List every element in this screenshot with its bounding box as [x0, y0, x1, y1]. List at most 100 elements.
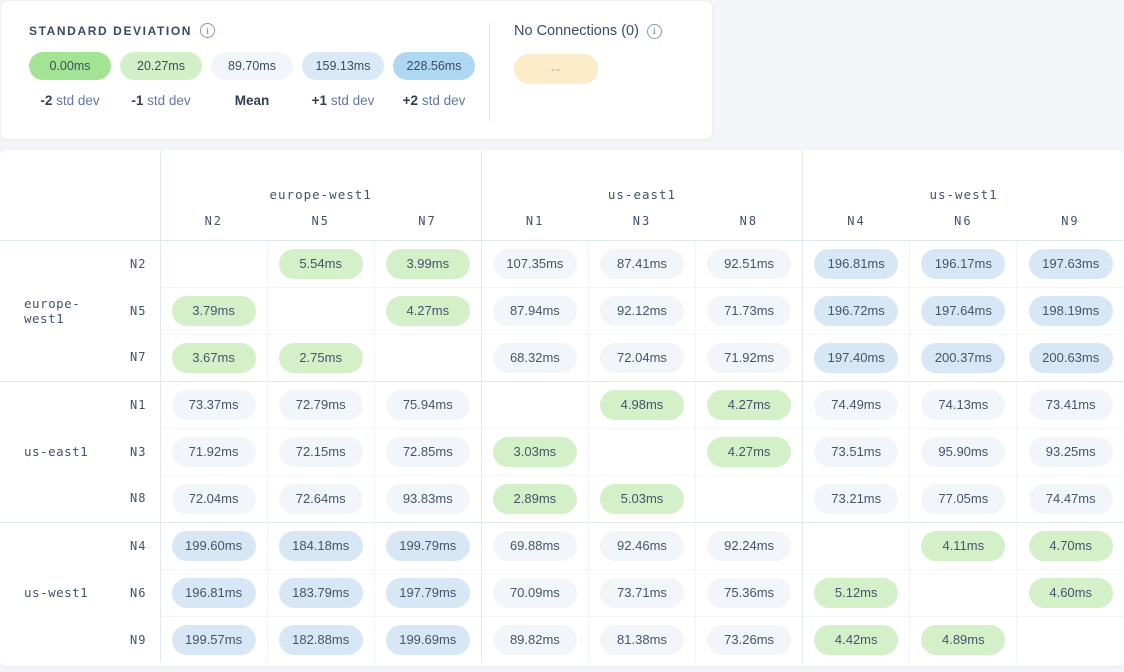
latency-cell: 72.04ms	[588, 334, 695, 381]
std-dev-info-icon[interactable]: i	[200, 23, 215, 38]
latency-pill[interactable]: 197.79ms	[386, 578, 470, 608]
latency-cell: 200.37ms	[910, 334, 1017, 381]
row-node-label: N3	[92, 428, 160, 475]
column-node-header: N3	[588, 206, 695, 240]
latency-pill[interactable]: 71.73ms	[707, 296, 791, 326]
latency-matrix-table: europe-west1us-east1us-west1N2N5N7N1N3N8…	[0, 150, 1124, 663]
latency-pill[interactable]: 199.60ms	[172, 531, 256, 561]
latency-pill[interactable]: 87.94ms	[493, 296, 577, 326]
latency-pill[interactable]: 200.63ms	[1029, 343, 1113, 373]
latency-pill[interactable]: 74.47ms	[1029, 484, 1113, 514]
latency-pill[interactable]: 3.99ms	[386, 249, 470, 279]
latency-pill[interactable]: 4.70ms	[1029, 531, 1113, 561]
latency-pill[interactable]: 107.35ms	[493, 249, 577, 279]
latency-pill[interactable]: 72.79ms	[279, 390, 363, 420]
latency-pill[interactable]: 197.64ms	[921, 296, 1005, 326]
latency-pill[interactable]: 71.92ms	[172, 437, 256, 467]
latency-pill[interactable]: 93.25ms	[1029, 437, 1113, 467]
latency-pill[interactable]: 198.19ms	[1029, 296, 1113, 326]
latency-pill[interactable]: 4.27ms	[707, 390, 791, 420]
latency-pill[interactable]: 72.04ms	[600, 343, 684, 373]
latency-pill[interactable]: 196.81ms	[172, 578, 256, 608]
latency-cell: 75.36ms	[696, 569, 803, 616]
empty-diagonal-cell	[267, 287, 374, 334]
latency-pill[interactable]: 73.71ms	[600, 578, 684, 608]
latency-pill[interactable]: 89.82ms	[493, 625, 577, 655]
latency-pill[interactable]: 199.79ms	[386, 531, 470, 561]
latency-pill[interactable]: 71.92ms	[707, 343, 791, 373]
latency-pill[interactable]: 95.90ms	[921, 437, 1005, 467]
legend-pill: 228.56ms	[393, 52, 475, 80]
latency-pill[interactable]: 87.41ms	[600, 249, 684, 279]
latency-cell: 196.81ms	[803, 240, 910, 287]
latency-pill[interactable]: 196.81ms	[814, 249, 898, 279]
latency-pill[interactable]: 74.13ms	[921, 390, 1005, 420]
latency-pill[interactable]: 69.88ms	[493, 531, 577, 561]
latency-pill[interactable]: 70.09ms	[493, 578, 577, 608]
latency-pill[interactable]: 75.36ms	[707, 578, 791, 608]
latency-pill[interactable]: 2.75ms	[279, 343, 363, 373]
no-connections-info-icon[interactable]: i	[647, 24, 662, 39]
latency-cell: 72.85ms	[374, 428, 481, 475]
latency-pill[interactable]: 4.42ms	[814, 625, 898, 655]
latency-pill[interactable]: 2.89ms	[493, 484, 577, 514]
latency-pill[interactable]: 93.83ms	[386, 484, 470, 514]
latency-pill[interactable]: 5.54ms	[279, 249, 363, 279]
legend-pill-label: -1 std dev	[120, 93, 202, 108]
latency-pill[interactable]: 72.04ms	[172, 484, 256, 514]
latency-pill[interactable]: 73.21ms	[814, 484, 898, 514]
latency-pill[interactable]: 200.37ms	[921, 343, 1005, 373]
latency-pill[interactable]: 4.60ms	[1029, 578, 1113, 608]
latency-pill[interactable]: 74.49ms	[814, 390, 898, 420]
latency-pill[interactable]: 92.24ms	[707, 531, 791, 561]
latency-pill[interactable]: 197.63ms	[1029, 249, 1113, 279]
latency-pill[interactable]: 72.15ms	[279, 437, 363, 467]
latency-pill[interactable]: 3.03ms	[493, 437, 577, 467]
latency-pill[interactable]: 5.12ms	[814, 578, 898, 608]
latency-pill[interactable]: 5.03ms	[600, 484, 684, 514]
row-node-label: N7	[92, 334, 160, 381]
no-connections-pill: --	[514, 54, 598, 84]
latency-pill[interactable]: 3.79ms	[172, 296, 256, 326]
latency-pill[interactable]: 184.18ms	[279, 531, 363, 561]
latency-cell: 4.27ms	[374, 287, 481, 334]
latency-pill[interactable]: 182.88ms	[279, 625, 363, 655]
latency-pill[interactable]: 77.05ms	[921, 484, 1005, 514]
latency-cell: 92.24ms	[696, 522, 803, 569]
latency-pill[interactable]: 4.11ms	[921, 531, 1005, 561]
latency-cell: 4.27ms	[696, 428, 803, 475]
latency-cell: 71.73ms	[696, 287, 803, 334]
latency-pill[interactable]: 4.89ms	[921, 625, 1005, 655]
legend-pill-label: +2 std dev	[393, 93, 475, 108]
latency-pill[interactable]: 73.51ms	[814, 437, 898, 467]
latency-pill[interactable]: 73.37ms	[172, 390, 256, 420]
latency-pill[interactable]: 75.94ms	[386, 390, 470, 420]
latency-pill[interactable]: 183.79ms	[279, 578, 363, 608]
row-node-label: N9	[92, 616, 160, 663]
latency-pill[interactable]: 92.12ms	[600, 296, 684, 326]
latency-pill[interactable]: 92.51ms	[707, 249, 791, 279]
latency-pill[interactable]: 196.17ms	[921, 249, 1005, 279]
latency-cell: 73.21ms	[803, 475, 910, 522]
latency-pill[interactable]: 73.41ms	[1029, 390, 1113, 420]
latency-pill[interactable]: 73.26ms	[707, 625, 791, 655]
latency-pill[interactable]: 196.72ms	[814, 296, 898, 326]
latency-cell: 199.57ms	[160, 616, 267, 663]
latency-pill[interactable]: 4.27ms	[707, 437, 791, 467]
latency-pill[interactable]: 92.46ms	[600, 531, 684, 561]
latency-pill[interactable]: 3.67ms	[172, 343, 256, 373]
latency-pill[interactable]: 72.64ms	[279, 484, 363, 514]
latency-pill[interactable]: 68.32ms	[493, 343, 577, 373]
latency-pill[interactable]: 199.69ms	[386, 625, 470, 655]
latency-pill[interactable]: 81.38ms	[600, 625, 684, 655]
latency-pill[interactable]: 197.40ms	[814, 343, 898, 373]
latency-cell: 5.54ms	[267, 240, 374, 287]
latency-pill[interactable]: 4.27ms	[386, 296, 470, 326]
latency-cell: 2.89ms	[481, 475, 588, 522]
latency-cell: 73.26ms	[696, 616, 803, 663]
latency-cell: 4.42ms	[803, 616, 910, 663]
latency-cell: 3.99ms	[374, 240, 481, 287]
latency-pill[interactable]: 199.57ms	[172, 625, 256, 655]
latency-pill[interactable]: 4.98ms	[600, 390, 684, 420]
latency-pill[interactable]: 72.85ms	[386, 437, 470, 467]
